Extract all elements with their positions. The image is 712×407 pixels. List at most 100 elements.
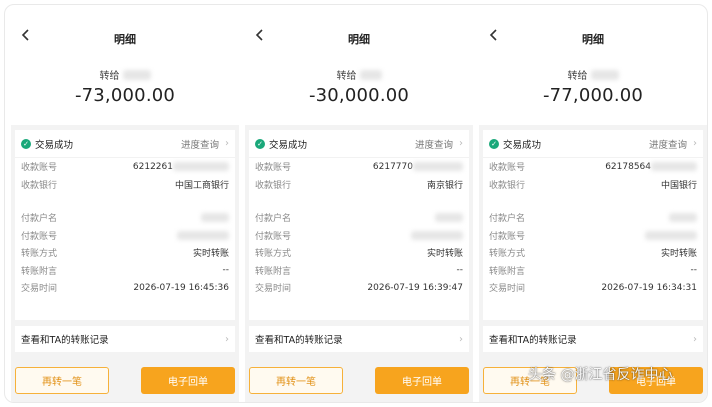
payer-name-row: 付款户名 (483, 209, 703, 227)
recipient-prefix: 转给 (336, 71, 357, 82)
payer-account-label: 付款账号 (489, 231, 526, 242)
action-buttons: 再转一笔 电子回单 (249, 367, 469, 394)
method-value: 实时转账 (660, 249, 697, 260)
payee-bank-value: 中国工商银行 (174, 180, 229, 191)
nav-bar: 明细 (245, 19, 473, 55)
action-buttons: 再转一笔 电子回单 (15, 367, 235, 394)
method-label: 转账方式 (489, 249, 526, 260)
method-label: 转账方式 (255, 249, 292, 260)
panel-header: 明细 转给 -77,000.00 (479, 19, 707, 125)
e-receipt-button[interactable]: 电子回单 (141, 367, 235, 394)
payer-name-redacted (669, 213, 697, 223)
payee-bank-row: 收款银行 中国银行 (483, 176, 703, 194)
chevron-right-icon: › (459, 138, 463, 149)
transfer-again-button[interactable]: 再转一笔 (249, 367, 343, 394)
method-row: 转账方式 实时转账 (15, 244, 235, 262)
note-label: 转账附言 (21, 266, 58, 277)
note-value: -- (222, 265, 230, 276)
amount: -77,000.00 (542, 85, 644, 106)
recipient-line: 转给 (479, 67, 707, 82)
note-row: 转账附言 -- (249, 262, 469, 280)
payer-account-redacted (177, 230, 229, 240)
status-row[interactable]: ✓ 交易成功 进度查询 › (15, 130, 235, 158)
recipient-name-redacted (359, 69, 382, 80)
chevron-right-icon: › (225, 333, 229, 345)
panel-header: 明细 转给 -73,000.00 (11, 19, 239, 125)
payer-account-redacted (645, 230, 697, 240)
status-text: 交易成功 (503, 139, 542, 151)
progress-query-link[interactable]: 进度查询 (649, 137, 687, 151)
panel-header: 明细 转给 -30,000.00 (245, 19, 473, 125)
method-value: 实时转账 (426, 249, 463, 260)
payer-account-label: 付款账号 (255, 231, 292, 242)
payee-account-row: 收款账号 6217770 (249, 158, 469, 176)
payer-name-redacted (435, 213, 463, 223)
time-value: 2026-07-19 16:34:31 (601, 282, 697, 293)
recipient-name-redacted (590, 69, 619, 80)
progress-query-link[interactable]: 进度查询 (415, 137, 453, 151)
payer-name-row: 付款户名 (249, 209, 469, 227)
time-label: 交易时间 (255, 284, 292, 295)
account-redacted (173, 162, 229, 172)
account-redacted (413, 162, 463, 172)
payer-name-value (315, 213, 463, 223)
time-label: 交易时间 (21, 284, 58, 295)
transfer-again-button[interactable]: 再转一笔 (15, 367, 109, 394)
payee-account-visible: 6217770 (372, 161, 413, 172)
recipient-name-redacted (122, 69, 151, 80)
chevron-right-icon: › (693, 138, 697, 149)
success-check-icon: ✓ (255, 138, 265, 149)
detail-card: ✓ 交易成功 进度查询 › 收款账号 6212261 收款银行 中国工商银行 付… (15, 130, 235, 320)
status-text: 交易成功 (269, 139, 308, 151)
time-value: 2026-07-19 16:39:47 (367, 282, 463, 293)
nav-bar: 明细 (479, 19, 707, 55)
e-receipt-button[interactable]: 电子回单 (375, 367, 469, 394)
note-label: 转账附言 (489, 266, 526, 277)
recipient-line: 转给 (245, 67, 473, 82)
method-row: 转账方式 实时转账 (249, 244, 469, 262)
payer-account-label: 付款账号 (21, 231, 58, 242)
note-row: 转账附言 -- (15, 262, 235, 280)
payer-name-label: 付款户名 (255, 214, 292, 225)
transfer-records-link[interactable]: 查看和TA的转账记录 › (15, 326, 235, 352)
time-row: 交易时间 2026-07-19 16:34:31 (483, 279, 703, 297)
payer-account-value (549, 230, 697, 240)
note-value: -- (456, 265, 464, 276)
payer-name-label: 付款户名 (21, 214, 58, 225)
payer-account-row: 付款账号 (15, 227, 235, 245)
payee-bank-label: 收款银行 (489, 180, 526, 191)
method-value: 实时转账 (192, 249, 229, 260)
transfer-records-label: 查看和TA的转账记录 (21, 335, 109, 346)
method-row: 转账方式 实时转账 (483, 244, 703, 262)
payer-name-value (549, 213, 697, 223)
recipient-prefix: 转给 (567, 71, 588, 82)
transfer-records-label: 查看和TA的转账记录 (255, 335, 343, 346)
payer-name-redacted (201, 213, 229, 223)
payee-account-row: 收款账号 62178564 (483, 158, 703, 176)
status-row[interactable]: ✓ 交易成功 进度查询 › (483, 130, 703, 158)
recipient-line: 转给 (11, 67, 239, 82)
detail-card: ✓ 交易成功 进度查询 › 收款账号 62178564 收款银行 中国银行 付款… (483, 130, 703, 320)
payee-account-label: 收款账号 (489, 163, 526, 174)
note-label: 转账附言 (255, 266, 292, 277)
transfer-records-link[interactable]: 查看和TA的转账记录 › (249, 326, 469, 352)
payee-account-value: 6212261 (81, 162, 229, 172)
transfer-records-label: 查看和TA的转账记录 (489, 335, 577, 346)
payee-bank-row: 收款银行 中国工商银行 (15, 176, 235, 194)
success-check-icon: ✓ (21, 138, 31, 149)
payee-account-label: 收款账号 (255, 163, 292, 174)
transaction-detail-panel: 明细 转给 -30,000.00 ✓ 交易成功 进度查询 › 收款账号 6217… (245, 19, 473, 402)
time-label: 交易时间 (489, 284, 526, 295)
status-row[interactable]: ✓ 交易成功 进度查询 › (249, 130, 469, 158)
payee-account-visible: 62178564 (605, 161, 651, 172)
progress-query-link[interactable]: 进度查询 (181, 137, 219, 151)
payee-account-value: 6217770 (315, 162, 463, 172)
payer-account-redacted (411, 230, 463, 240)
payer-name-label: 付款户名 (489, 214, 526, 225)
success-check-icon: ✓ (489, 138, 499, 149)
chevron-right-icon: › (693, 333, 697, 345)
payer-name-value (81, 213, 229, 223)
payee-account-visible: 6212261 (132, 161, 173, 172)
payee-account-row: 收款账号 6212261 (15, 158, 235, 176)
transfer-records-link[interactable]: 查看和TA的转账记录 › (483, 326, 703, 352)
